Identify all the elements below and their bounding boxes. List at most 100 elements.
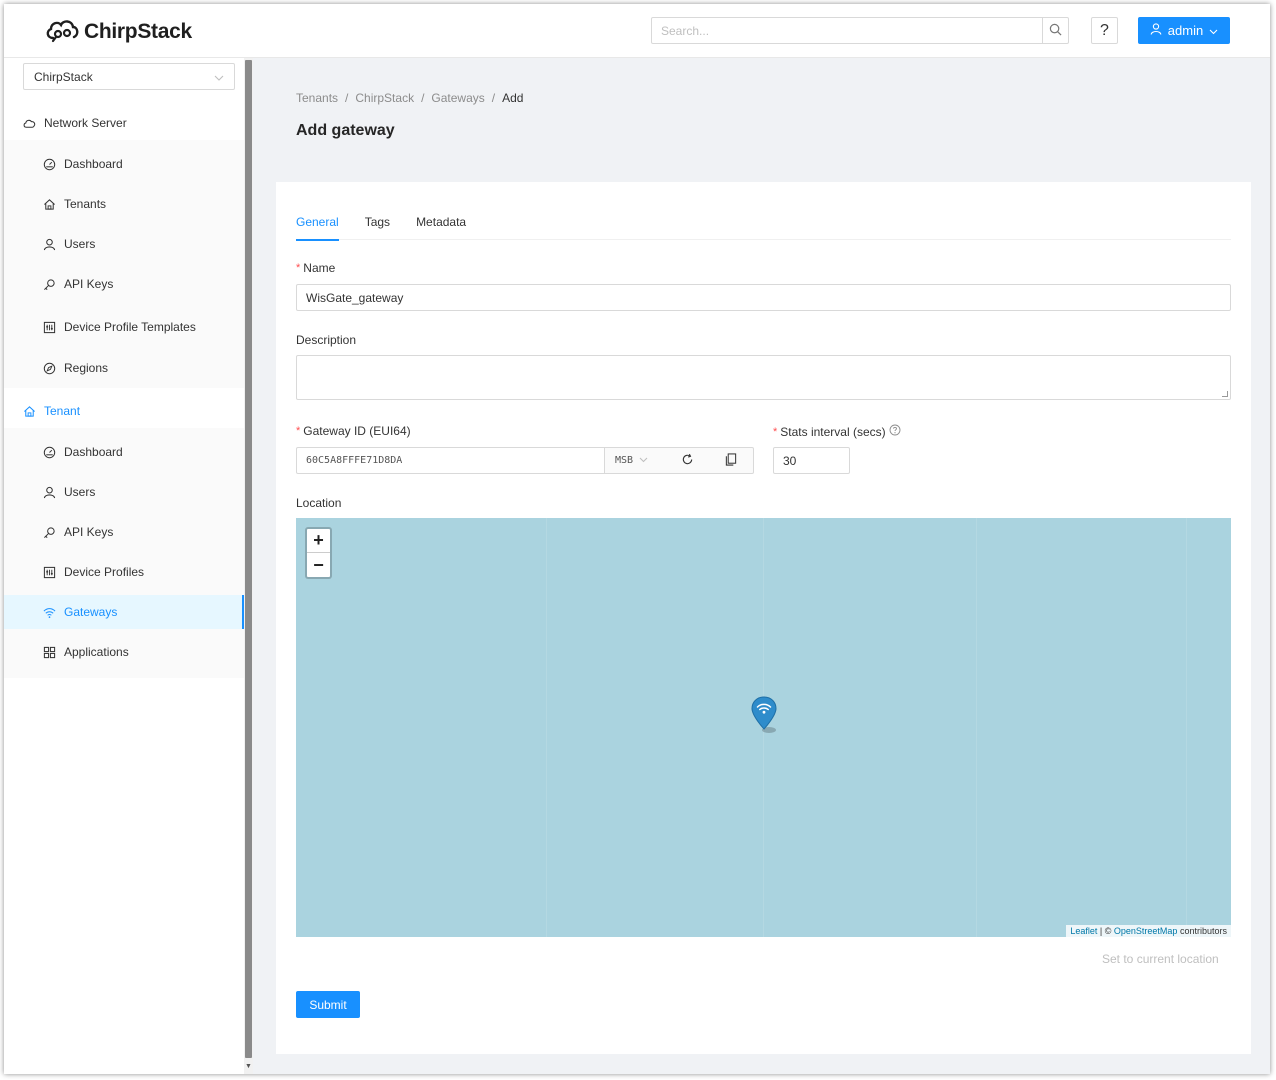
compass-icon (43, 362, 56, 375)
stats-interval-label: * Stats interval (secs) (773, 424, 901, 439)
tenant-select[interactable]: ChirpStack (23, 63, 235, 90)
gateway-id-group: 60C5A8FFFE71D8DA MSB (296, 447, 754, 474)
breadcrumb-gateways[interactable]: Gateways (431, 91, 484, 105)
name-label: * Name (296, 261, 336, 275)
cloud-logo-icon (44, 16, 80, 47)
map-zoom-control: + − (305, 527, 332, 579)
sidebar-item-tenants[interactable]: Tenants (4, 187, 244, 221)
description-field[interactable] (296, 355, 1231, 400)
copy-id-button[interactable] (709, 447, 753, 474)
openstreetmap-link[interactable]: OpenStreetMap (1114, 926, 1178, 936)
required-asterisk: * (773, 425, 778, 438)
sidebar-item-label: Gateways (64, 605, 118, 619)
submit-button[interactable]: Submit (296, 991, 360, 1018)
app-window: ChirpStack ? admin ChirpStack (4, 4, 1270, 1074)
form-tabs: General Tags Metadata (296, 210, 1231, 241)
sidebar-item-label: Tenants (64, 197, 107, 211)
tab-general[interactable]: General (296, 210, 339, 241)
sidebar-item-label: API Keys (64, 525, 114, 539)
copy-icon (725, 452, 737, 469)
gateway-form-card: General Tags Metadata * Name WisGate_gat… (276, 182, 1251, 1054)
required-asterisk: * (296, 425, 301, 437)
menu-group-label: Tenant (44, 404, 81, 418)
sidebar-item-tenant-dashboard[interactable]: Dashboard (4, 435, 244, 469)
breadcrumb-tenants[interactable]: Tenants (296, 91, 338, 105)
sidebar-item-label: Regions (64, 361, 109, 375)
scroll-down-arrow-icon[interactable]: ▼ (244, 1063, 253, 1070)
control-icon (43, 566, 56, 579)
menu-group-network-server[interactable]: Network Server (4, 106, 244, 140)
chevron-down-icon (214, 70, 224, 84)
search-button[interactable] (1042, 18, 1068, 43)
sidebar-item-label: Dashboard (64, 445, 123, 459)
scrollbar-thumb[interactable] (245, 60, 252, 1058)
chevron-down-icon (1209, 23, 1218, 38)
user-icon (43, 486, 56, 499)
menu-group-tenant[interactable]: Tenant (4, 394, 244, 428)
gateway-id-label: * Gateway ID (EUI64) (296, 424, 411, 438)
name-field[interactable]: WisGate_gateway (296, 284, 1231, 311)
sidebar-item-label: Users (64, 237, 96, 251)
control-icon (43, 321, 56, 334)
sidebar-item-label: Device Profile Templates (64, 320, 196, 334)
appstore-icon (43, 646, 56, 659)
sidebar-item-tenant-api-keys[interactable]: API Keys (4, 515, 244, 549)
page-title: Add gateway (296, 122, 395, 139)
required-asterisk: * (296, 262, 301, 274)
chirpstack-logo[interactable]: ChirpStack (44, 16, 192, 47)
sidebar-item-ns-users[interactable]: Users (4, 227, 244, 261)
zoom-in-button[interactable]: + (307, 529, 330, 553)
sidebar-item-label: Dashboard (64, 157, 123, 171)
sidebar-item-regions[interactable]: Regions (4, 351, 244, 385)
dashboard-icon (43, 158, 56, 171)
search-input[interactable] (652, 18, 1042, 43)
search-icon (1049, 23, 1062, 39)
cloud-icon (23, 117, 36, 130)
sidebar-scrollbar[interactable]: ▼ (244, 58, 253, 1074)
sidebar-item-tenant-users[interactable]: Users (4, 475, 244, 509)
zoom-out-button[interactable]: − (307, 553, 330, 577)
location-map[interactable]: + − Leaflet | © OpenStreetMap contributo… (296, 518, 1231, 937)
sidebar-item-gateways[interactable]: Gateways (4, 595, 244, 629)
user-icon (43, 238, 56, 251)
stats-interval-field[interactable]: 30 (773, 447, 850, 474)
tab-metadata[interactable]: Metadata (416, 210, 466, 240)
help-button[interactable]: ? (1091, 17, 1118, 44)
sidebar-item-label: Device Profiles (64, 565, 145, 579)
tenant-select-value: ChirpStack (34, 69, 93, 84)
set-current-location-button[interactable]: Set to current location (1102, 952, 1219, 966)
map-attribution: Leaflet | © OpenStreetMap contributors (1066, 925, 1231, 937)
sidebar-item-applications[interactable]: Applications (4, 635, 244, 669)
reload-icon (681, 453, 694, 469)
gateway-map-marker[interactable] (751, 696, 779, 734)
home-icon (23, 405, 36, 418)
breadcrumb: Tenants / ChirpStack / Gateways / Add (296, 91, 524, 105)
resize-handle-icon[interactable] (1222, 391, 1228, 397)
generate-id-button[interactable] (665, 447, 709, 474)
top-header: ChirpStack ? admin (4, 4, 1270, 58)
sidebar-item-label: Applications (64, 645, 129, 659)
chevron-down-icon (639, 455, 648, 466)
logo-text: ChirpStack (84, 19, 192, 43)
byte-order-select[interactable]: MSB (605, 455, 665, 466)
gateway-id-field[interactable]: 60C5A8FFFE71D8DA (296, 447, 605, 474)
location-label: Location (296, 496, 342, 510)
sidebar-item-ns-api-keys[interactable]: API Keys (4, 267, 244, 301)
sidebar-item-device-profiles[interactable]: Device Profiles (4, 555, 244, 589)
dashboard-icon (43, 446, 56, 459)
leaflet-link[interactable]: Leaflet (1070, 926, 1097, 936)
user-menu-button[interactable]: admin (1138, 17, 1230, 44)
tab-tags[interactable]: Tags (365, 210, 390, 240)
question-circle-icon[interactable] (889, 424, 901, 439)
sidebar: ChirpStack Network Server Dashboard Tena… (4, 58, 244, 1074)
sidebar-item-label: Users (64, 485, 96, 499)
sidebar-item-ns-dashboard[interactable]: Dashboard (4, 147, 244, 181)
breadcrumb-current: Add (502, 91, 524, 105)
gateway-id-addon: MSB (605, 447, 754, 474)
user-icon (1150, 23, 1162, 38)
search-box (651, 17, 1069, 44)
home-icon (43, 198, 56, 211)
breadcrumb-chirpstack[interactable]: ChirpStack (355, 91, 414, 105)
sidebar-item-device-profile-templates[interactable]: Device Profile Templates (4, 310, 244, 344)
key-icon (43, 278, 56, 291)
